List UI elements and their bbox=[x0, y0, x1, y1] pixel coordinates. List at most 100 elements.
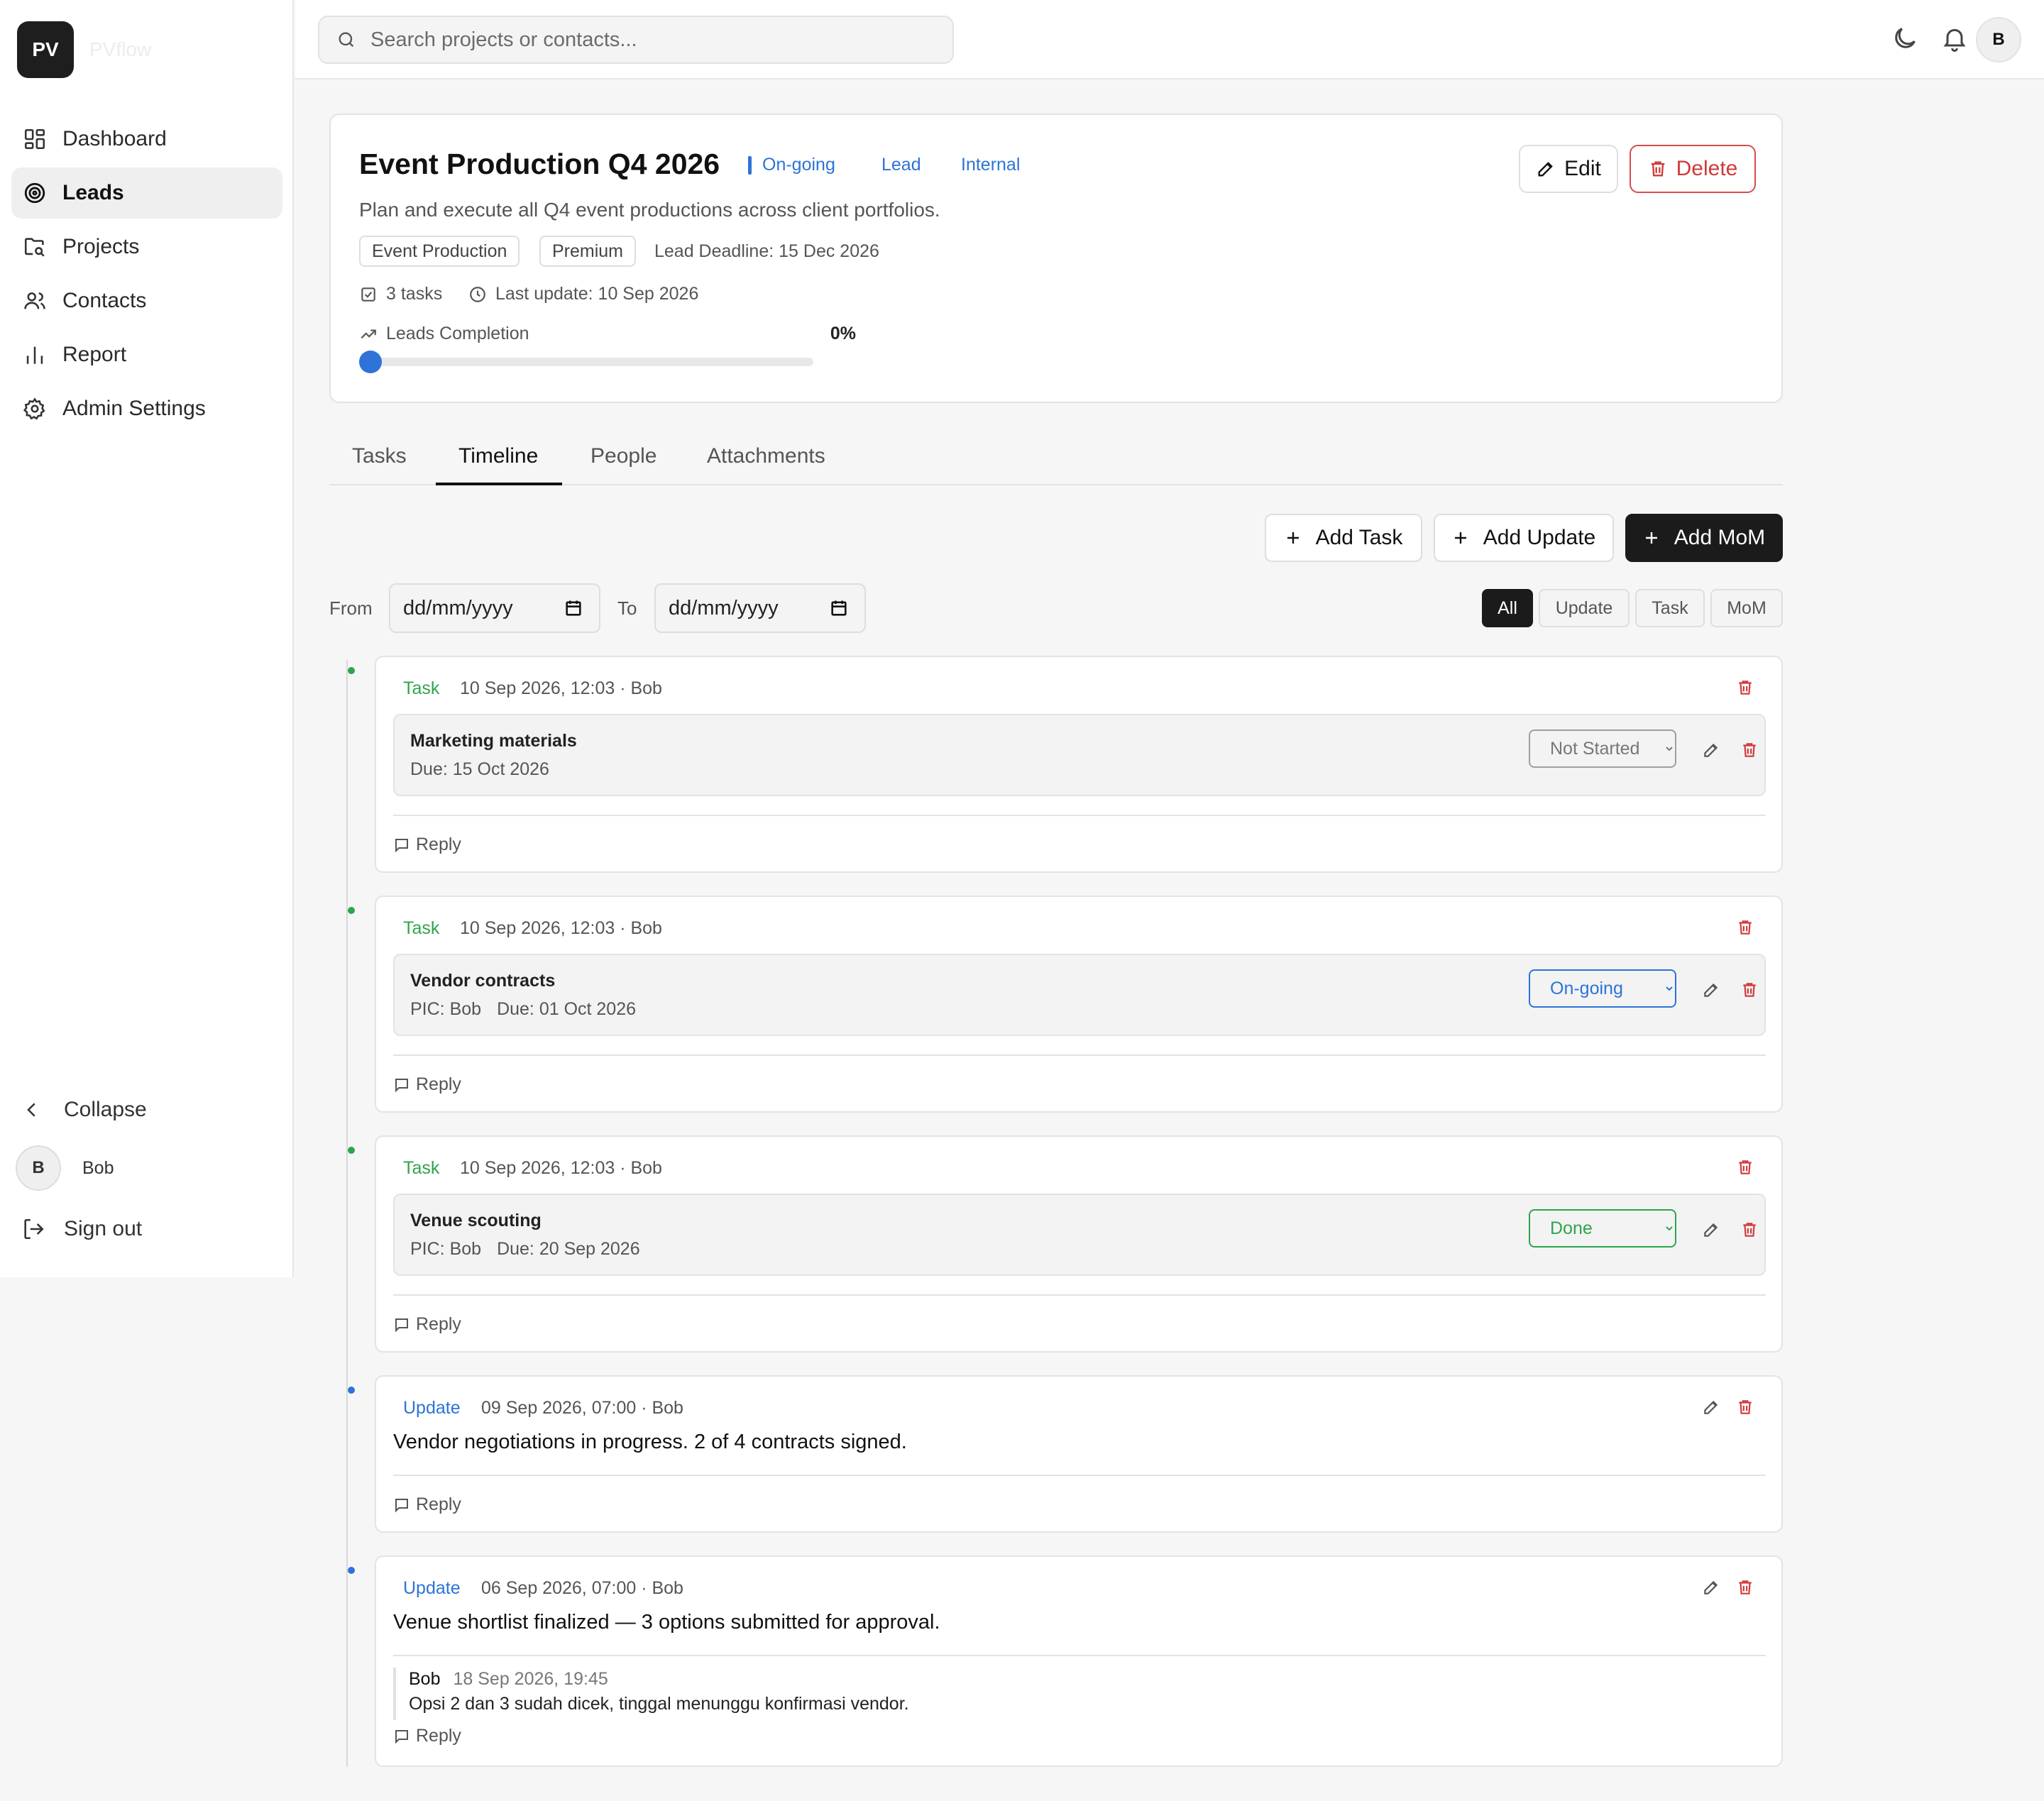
search-icon bbox=[339, 32, 354, 48]
app-logo[interactable]: PV bbox=[17, 21, 74, 78]
tasks-count: 3 tasks bbox=[359, 284, 442, 304]
reply-button[interactable]: Reply bbox=[393, 1726, 461, 1746]
filter-mom[interactable]: MoM bbox=[1710, 589, 1783, 627]
reply-button[interactable]: Reply bbox=[393, 1074, 461, 1095]
add-task-button[interactable]: Add Task bbox=[1265, 514, 1422, 562]
tab-timeline[interactable]: Timeline bbox=[458, 444, 538, 468]
message-square-icon bbox=[395, 1729, 408, 1744]
pencil-icon[interactable] bbox=[1702, 741, 1720, 759]
users-icon bbox=[24, 292, 45, 309]
slider-handle[interactable] bbox=[359, 351, 382, 373]
timeline-entry: Update 06 Sep 2026, 07:00 · Bob Venue sh… bbox=[375, 1555, 1783, 1767]
trash-icon[interactable] bbox=[1736, 1158, 1754, 1177]
status-indicator bbox=[748, 156, 752, 175]
sidebar-item-admin-settings[interactable]: Admin Settings bbox=[11, 383, 282, 434]
last-update: Last update: 10 Sep 2026 bbox=[468, 284, 698, 304]
entry-meta: 09 Sep 2026, 07:00 · Bob bbox=[481, 1398, 683, 1418]
filter-all[interactable]: All bbox=[1482, 589, 1533, 627]
edit-button[interactable]: Edit bbox=[1519, 145, 1618, 193]
trash-icon[interactable] bbox=[1740, 981, 1759, 999]
from-label: From bbox=[329, 597, 373, 619]
reply-comment: Bob 18 Sep 2026, 19:45 Opsi 2 dan 3 sudah… bbox=[393, 1668, 1742, 1720]
completion-slider[interactable] bbox=[359, 351, 813, 373]
pencil-icon[interactable] bbox=[1702, 1578, 1720, 1597]
pencil-icon[interactable] bbox=[1702, 981, 1720, 999]
task-due: Due: 15 Oct 2026 bbox=[410, 759, 549, 779]
tab-people[interactable]: People bbox=[590, 444, 656, 468]
reply-button[interactable]: Reply bbox=[393, 835, 461, 855]
collapse-label: Collapse bbox=[64, 1098, 147, 1121]
project-description: Plan and execute all Q4 event production… bbox=[359, 199, 940, 221]
search-input[interactable] bbox=[370, 28, 924, 52]
status-select[interactable]: On-going bbox=[1529, 969, 1676, 1008]
add-update-button[interactable]: Add Update bbox=[1434, 514, 1614, 562]
sidebar-item-dashboard[interactable]: Dashboard bbox=[11, 114, 282, 165]
collapse-button[interactable]: Collapse bbox=[21, 1091, 147, 1128]
trash-icon[interactable] bbox=[1736, 1398, 1754, 1416]
completion-percent: 0% bbox=[830, 324, 856, 343]
page-title: Event Production Q4 2026 bbox=[359, 148, 720, 180]
timeline-dot bbox=[348, 1387, 355, 1394]
search-box[interactable] bbox=[318, 16, 954, 64]
trash-icon[interactable] bbox=[1736, 678, 1754, 697]
timeline-entry: Task 10 Sep 2026, 12:03 · Bob Venue scou… bbox=[375, 1135, 1783, 1353]
timeline-dot bbox=[348, 907, 355, 914]
app-name: PVflow bbox=[89, 38, 152, 60]
tab-attachments[interactable]: Attachments bbox=[707, 444, 825, 468]
sign-out-label: Sign out bbox=[64, 1217, 143, 1240]
entry-type-badge: Update bbox=[403, 1578, 461, 1598]
bell-icon[interactable] bbox=[1940, 24, 1969, 53]
entry-meta: 06 Sep 2026, 07:00 · Bob bbox=[481, 1578, 683, 1598]
sidebar-item-contacts[interactable]: Contacts bbox=[11, 275, 282, 326]
sidebar-item-projects[interactable]: Projects bbox=[11, 221, 282, 272]
sidebar-item-label: Dashboard bbox=[62, 127, 167, 150]
trash-icon[interactable] bbox=[1740, 741, 1759, 759]
divider bbox=[393, 815, 1766, 816]
trash-icon[interactable] bbox=[1736, 1578, 1754, 1597]
entry-type-badge: Task bbox=[403, 678, 440, 698]
sidebar-item-report[interactable]: Report bbox=[11, 329, 282, 380]
to-date-input[interactable]: dd/mm/yyyy bbox=[654, 583, 866, 633]
dashboard-icon bbox=[24, 128, 45, 150]
delete-label: Delete bbox=[1676, 157, 1738, 180]
avatar[interactable]: B bbox=[1976, 17, 2021, 62]
filter-task[interactable]: Task bbox=[1635, 589, 1705, 627]
task-details: PIC: Bob Due: 20 Sep 2026 bbox=[410, 1239, 656, 1260]
pencil-icon[interactable] bbox=[1702, 1398, 1720, 1416]
delete-button[interactable]: Delete bbox=[1630, 145, 1756, 193]
trending-up-icon bbox=[361, 329, 376, 338]
add-mom-button[interactable]: Add MoM bbox=[1625, 514, 1783, 562]
current-user[interactable]: B Bob bbox=[16, 1145, 114, 1191]
calendar-icon[interactable] bbox=[829, 598, 849, 618]
status-select[interactable]: Done bbox=[1529, 1209, 1676, 1248]
sidebar-item-label: Admin Settings bbox=[62, 397, 206, 420]
moon-icon[interactable] bbox=[1891, 24, 1919, 53]
reply-button[interactable]: Reply bbox=[393, 1494, 461, 1515]
tag-chip: Premium bbox=[539, 236, 637, 267]
gear-icon bbox=[23, 397, 45, 420]
folder-search-icon bbox=[24, 238, 45, 257]
sidebar-item-leads[interactable]: Leads bbox=[11, 167, 282, 219]
user-name: Bob bbox=[82, 1157, 114, 1178]
message-square-icon bbox=[395, 838, 408, 852]
timeline-entry: Task 10 Sep 2026, 12:03 · Bob Marketing … bbox=[375, 656, 1783, 873]
bar-chart-icon bbox=[26, 346, 43, 364]
reply-button[interactable]: Reply bbox=[393, 1314, 461, 1335]
chevron-left-icon bbox=[27, 1103, 35, 1117]
comment-time: 18 Sep 2026, 19:45 bbox=[453, 1669, 608, 1689]
pencil-icon[interactable] bbox=[1702, 1221, 1720, 1239]
from-date-input[interactable]: dd/mm/yyyy bbox=[389, 583, 600, 633]
calendar-icon[interactable] bbox=[564, 598, 583, 618]
plus-icon bbox=[1645, 532, 1657, 544]
task-pic: PIC: Bob bbox=[410, 999, 482, 1019]
sign-out-button[interactable]: Sign out bbox=[21, 1211, 142, 1248]
completion-label: Leads Completion bbox=[359, 324, 529, 344]
trash-icon[interactable] bbox=[1736, 918, 1754, 937]
tab-tasks[interactable]: Tasks bbox=[352, 444, 407, 468]
trash-icon[interactable] bbox=[1740, 1221, 1759, 1239]
stage-badge: Lead bbox=[881, 155, 921, 175]
filter-update[interactable]: Update bbox=[1539, 589, 1630, 627]
task-card: Venue scouting PIC: Bob Due: 20 Sep 2026 … bbox=[393, 1194, 1766, 1276]
status-select[interactable]: Not Started bbox=[1529, 729, 1676, 768]
plus-icon bbox=[1454, 532, 1466, 544]
